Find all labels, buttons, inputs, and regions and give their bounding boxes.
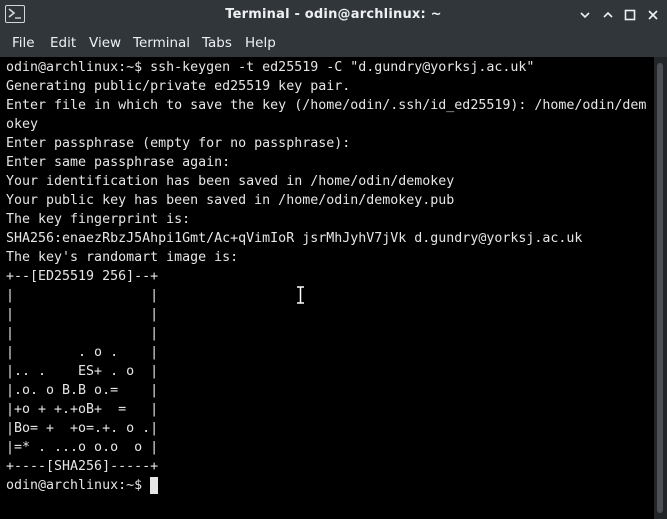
menu-file[interactable]: File — [12, 35, 35, 51]
text-cursor — [150, 477, 159, 494]
terminal-line: +--[ED25519 256]--+ — [6, 269, 159, 284]
terminal-line: |=* . ...o o.o o | — [6, 440, 159, 455]
menu-tabs[interactable]: Tabs — [202, 35, 232, 51]
vertical-scrollbar[interactable] — [654, 57, 667, 519]
terminal-line: |+o + +.+oB+ = | — [6, 402, 159, 417]
terminal-line: |Bo= + +o=.+. o .| — [6, 421, 159, 436]
menu-help[interactable]: Help — [245, 35, 276, 51]
terminal-line: | | — [6, 288, 159, 303]
terminal-line: SHA256:enaezRbzJ5Ahpi1Gmt/Ac+qVimIoR jsr… — [6, 231, 583, 246]
terminal-line: Enter same passphrase again: — [6, 155, 231, 170]
window-title: Terminal - odin@archlinux: ~ — [225, 7, 442, 22]
terminal-line: |.. . ES+ . o | — [6, 364, 159, 379]
terminal-window: Terminal - odin@archlinux: ~ File Edit V… — [0, 0, 667, 519]
terminal-line: Your public key has been saved in /home/… — [6, 193, 455, 208]
terminal-line: Enter passphrase (empty for no passphras… — [6, 136, 351, 151]
terminal-line: |.o. o B.B o.= | — [6, 383, 159, 398]
terminal-line: | | — [6, 326, 159, 341]
terminal-line: | . o . | — [6, 345, 159, 360]
scrollbar-thumb[interactable] — [657, 63, 663, 513]
menu-bar: File Edit View Terminal Tabs Help — [0, 31, 667, 57]
terminal-line: | | — [6, 307, 159, 322]
terminal-line: +----[SHA256]-----+ — [6, 459, 159, 474]
menu-view[interactable]: View — [89, 35, 121, 51]
ibeam-cursor-icon — [297, 286, 304, 304]
terminal-line: The key fingerprint is: — [6, 212, 191, 227]
terminal-line: Generating public/private ed25519 key pa… — [6, 79, 351, 94]
prompt-line[interactable]: odin@archlinux:~$ — [6, 476, 159, 495]
terminal-line: Your identification has been saved in /h… — [6, 174, 455, 189]
minimize-icon[interactable] — [577, 7, 593, 23]
menu-terminal[interactable]: Terminal — [133, 35, 190, 51]
restore-icon[interactable] — [622, 7, 638, 23]
terminal-line: odin@archlinux:~$ ssh-keygen -t ed25519 … — [6, 60, 535, 75]
prompt: odin@archlinux:~$ — [6, 478, 151, 493]
terminal-output[interactable]: odin@archlinux:~$ ssh-keygen -t ed25519 … — [0, 57, 654, 519]
title-bar[interactable]: Terminal - odin@archlinux: ~ — [0, 0, 667, 31]
terminal-line: okey — [6, 117, 39, 132]
maximize-icon[interactable] — [600, 7, 616, 23]
terminal-line: Enter file in which to save the key (/ho… — [6, 98, 647, 113]
close-icon[interactable] — [645, 7, 661, 23]
menu-edit[interactable]: Edit — [50, 35, 76, 51]
terminal-line: The key's randomart image is: — [6, 250, 239, 265]
